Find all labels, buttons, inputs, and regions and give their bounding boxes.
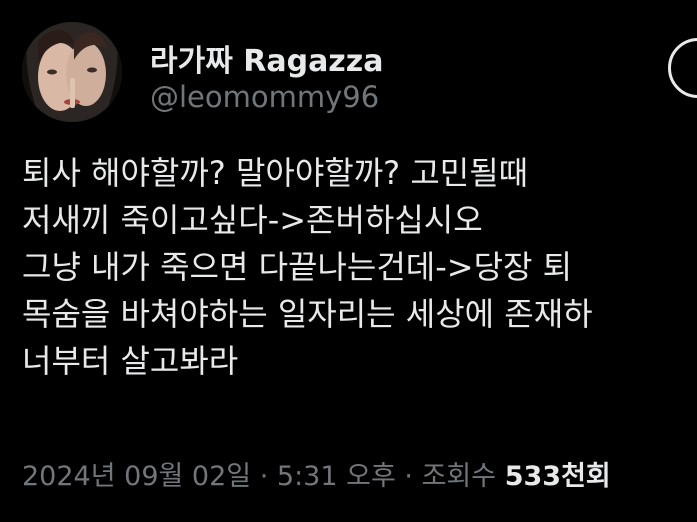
avatar[interactable] — [22, 22, 122, 122]
tweet-text-line: 목숨을 바쳐야하는 일자리는 세상에 존재하 — [22, 295, 593, 333]
meta-separator: · — [259, 461, 269, 492]
tweet-date[interactable]: 2024년 09월 02일 — [22, 461, 251, 492]
meta-separator: · — [404, 461, 413, 492]
tweet-text-line: 저새끼 죽이고싶다->존버하십시오 — [22, 201, 483, 239]
views-suffix: 회 — [585, 461, 611, 492]
tweet-time[interactable]: 5:31 오후 — [277, 461, 396, 492]
tweet-text-line: 너부터 살고봐라 — [22, 342, 239, 380]
more-options-icon[interactable] — [668, 38, 697, 98]
author-display-name[interactable]: 라가짜 Ragazza — [150, 36, 383, 80]
tweet-text-line: 퇴사 해야할까? 말아야할까? 고민될때 — [22, 154, 529, 192]
tweet-card: 라가짜 Ragazza @leomommy96 퇴사 해야할까? 말아야할까? … — [0, 0, 697, 522]
tweet-text-line: 그냥 내가 죽으면 다끝나는건데->당장 퇴 — [22, 248, 573, 286]
tweet-meta: 2024년 09월 02일 · 5:31 오후 · 조회수 533천회 — [22, 454, 611, 493]
author-handle[interactable]: @leomommy96 — [150, 80, 379, 114]
views-count: 533천 — [504, 461, 586, 492]
avatar-image — [22, 22, 122, 122]
views-label: 조회수 — [421, 461, 497, 492]
tweet-text: 퇴사 해야할까? 말아야할까? 고민될때 저새끼 죽이고싶다->존버하십시오 그… — [22, 150, 697, 385]
